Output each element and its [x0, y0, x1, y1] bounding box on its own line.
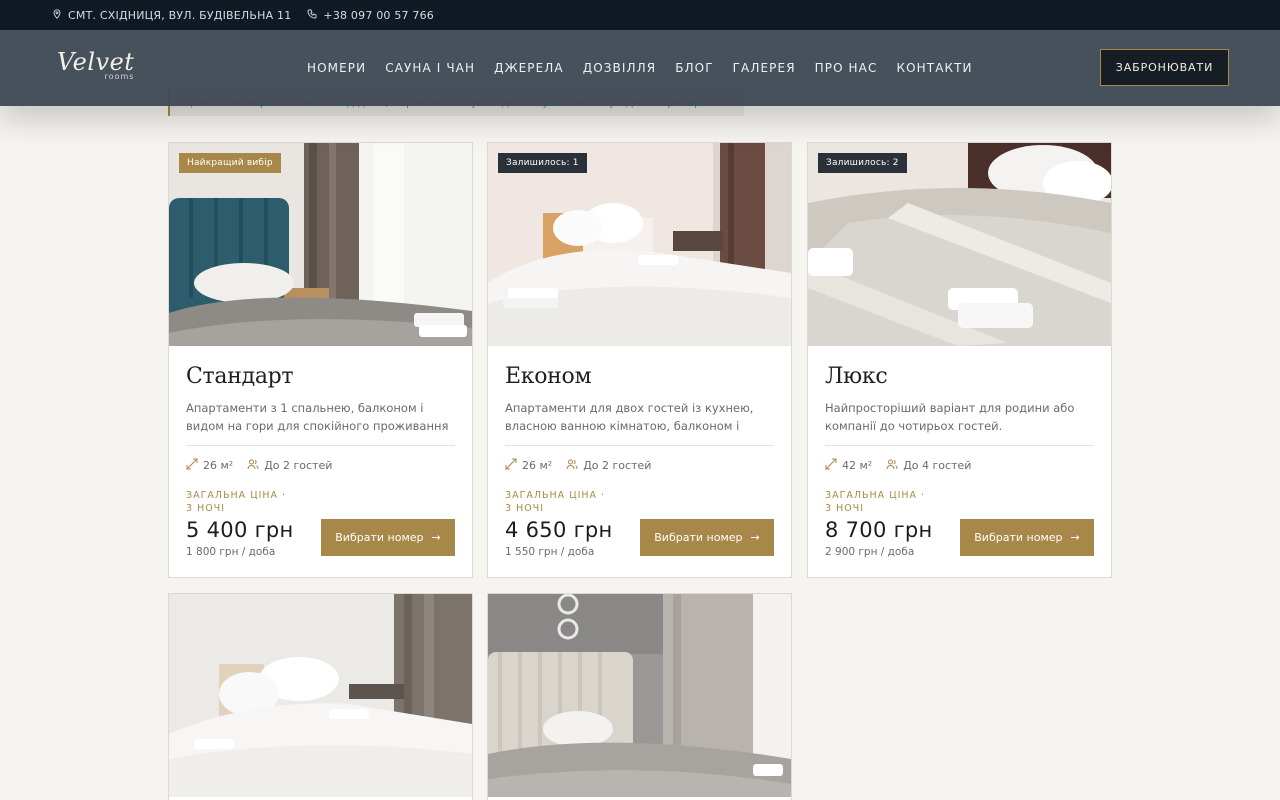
price-per-night: 1 800 грн / доба: [186, 546, 276, 558]
price-per-night: 1 550 грн / доба: [505, 546, 595, 558]
room-description: Апартаменти для двох гостей із кухнею, в…: [505, 401, 754, 433]
room-area-text: 26 м²: [522, 459, 553, 472]
nav-rooms[interactable]: НОМЕРИ: [307, 61, 366, 75]
room-guests: До 4 гостей: [886, 458, 971, 473]
room-card-5: [487, 593, 792, 800]
room-photo[interactable]: [169, 594, 472, 797]
nav-springs[interactable]: ДЖЕРЕЛА: [494, 61, 564, 75]
total-price: 4 650 грн: [505, 518, 613, 542]
total-price: 8 700 грн: [825, 518, 933, 542]
nav-sauna[interactable]: САУНА І ЧАН: [385, 61, 475, 75]
room-photo[interactable]: Найкращий вибір: [169, 143, 472, 346]
nav-contacts[interactable]: КОНТАКТИ: [896, 61, 972, 75]
room-card-4: [168, 593, 473, 800]
choose-room-button[interactable]: Вибрати номер →: [960, 519, 1094, 556]
room-card-lux: Залишилось: 2 Люкс Найпросторіший варіан…: [807, 142, 1112, 578]
guests-icon: [566, 458, 578, 473]
room-guests: До 2 гостей: [247, 458, 332, 473]
price-label: ЗАГАЛЬНА ЦІНА · 3 НОЧІ: [186, 490, 287, 514]
nav-gallery[interactable]: ГАЛЕРЕЯ: [733, 61, 796, 75]
arrow-right-icon: →: [750, 531, 760, 544]
divider: [186, 445, 455, 446]
room-photo[interactable]: [488, 594, 791, 797]
nav-about[interactable]: ПРО НАС: [815, 61, 878, 75]
room-photo[interactable]: Залишилось: 1: [488, 143, 791, 346]
phone-text: +38 097 00 57 766: [323, 8, 435, 22]
room-description: Апартаменти з 1 спальнею, балконом і вид…: [186, 401, 449, 433]
book-button[interactable]: ЗАБРОНЮВАТИ: [1100, 49, 1229, 86]
room-area-text: 26 м²: [203, 459, 234, 472]
main-header: Velvet rooms НОМЕРИ САУНА І ЧАН ДЖЕРЕЛА …: [0, 30, 1280, 106]
room-title: Стандарт: [186, 364, 294, 389]
choose-room-label: Вибрати номер: [654, 531, 743, 544]
choose-room-button[interactable]: Вибрати номер →: [640, 519, 774, 556]
expand-arrows-icon: [825, 458, 837, 473]
room-card-standard: Найкращий вибір Стандарт Апартаменти з 1…: [168, 142, 473, 578]
phone-info[interactable]: +38 097 00 57 766: [307, 9, 434, 22]
choose-room-button[interactable]: Вибрати номер →: [321, 519, 455, 556]
price-label: ЗАГАЛЬНА ЦІНА · 3 НОЧІ: [825, 490, 926, 514]
price-per-night: 2 900 грн / доба: [825, 546, 915, 558]
choose-room-label: Вибрати номер: [335, 531, 424, 544]
room-card-economy: Залишилось: 1 Економ Апартаменти для дво…: [487, 142, 792, 578]
divider: [825, 445, 1094, 446]
nav-blog[interactable]: БЛОГ: [675, 61, 713, 75]
room-title: Економ: [505, 364, 592, 389]
address-text: СМТ. СХІДНИЦЯ, ВУЛ. БУДІВЕЛЬНА 11: [68, 8, 292, 22]
room-area-text: 42 м²: [842, 459, 873, 472]
guests-icon: [247, 458, 259, 473]
total-price: 5 400 грн: [186, 518, 294, 542]
expand-arrows-icon: [186, 458, 198, 473]
nav-leisure[interactable]: ДОЗВІЛЛЯ: [583, 61, 656, 75]
room-guests: До 2 гостей: [566, 458, 651, 473]
main-nav: НОМЕРИ САУНА І ЧАН ДЖЕРЕЛА ДОЗВІЛЛЯ БЛОГ…: [307, 61, 973, 75]
choose-room-label: Вибрати номер: [974, 531, 1063, 544]
room-badge: Залишилось: 1: [498, 153, 587, 173]
room-guests-text: До 4 гостей: [903, 459, 972, 472]
room-guests-text: До 2 гостей: [583, 459, 652, 472]
room-title: Люкс: [825, 364, 888, 389]
expand-arrows-icon: [505, 458, 517, 473]
divider: [505, 445, 774, 446]
location-pin-icon: [52, 8, 62, 22]
guests-icon: [886, 458, 898, 473]
room-photo[interactable]: Залишилось: 2: [808, 143, 1111, 346]
room-badge: Найкращий вибір: [179, 153, 281, 173]
room-guests-text: До 2 гостей: [264, 459, 333, 472]
room-description: Найпросторіший варіант для родини або ко…: [825, 401, 1075, 433]
room-area: 42 м²: [825, 458, 872, 473]
logo[interactable]: Velvet rooms: [57, 50, 134, 81]
top-info-bar: СМТ. СХІДНИЦЯ, ВУЛ. БУДІВЕЛЬНА 11 +38 09…: [0, 0, 1280, 30]
room-area: 26 м²: [505, 458, 552, 473]
phone-icon: [307, 9, 317, 22]
arrow-right-icon: →: [1070, 531, 1080, 544]
arrow-right-icon: →: [431, 531, 441, 544]
room-area: 26 м²: [186, 458, 233, 473]
price-label: ЗАГАЛЬНА ЦІНА · 3 НОЧІ: [505, 490, 606, 514]
address-info[interactable]: СМТ. СХІДНИЦЯ, ВУЛ. БУДІВЕЛЬНА 11: [52, 9, 291, 22]
room-badge: Залишилось: 2: [818, 153, 907, 173]
logo-main-text: Velvet: [57, 48, 135, 76]
